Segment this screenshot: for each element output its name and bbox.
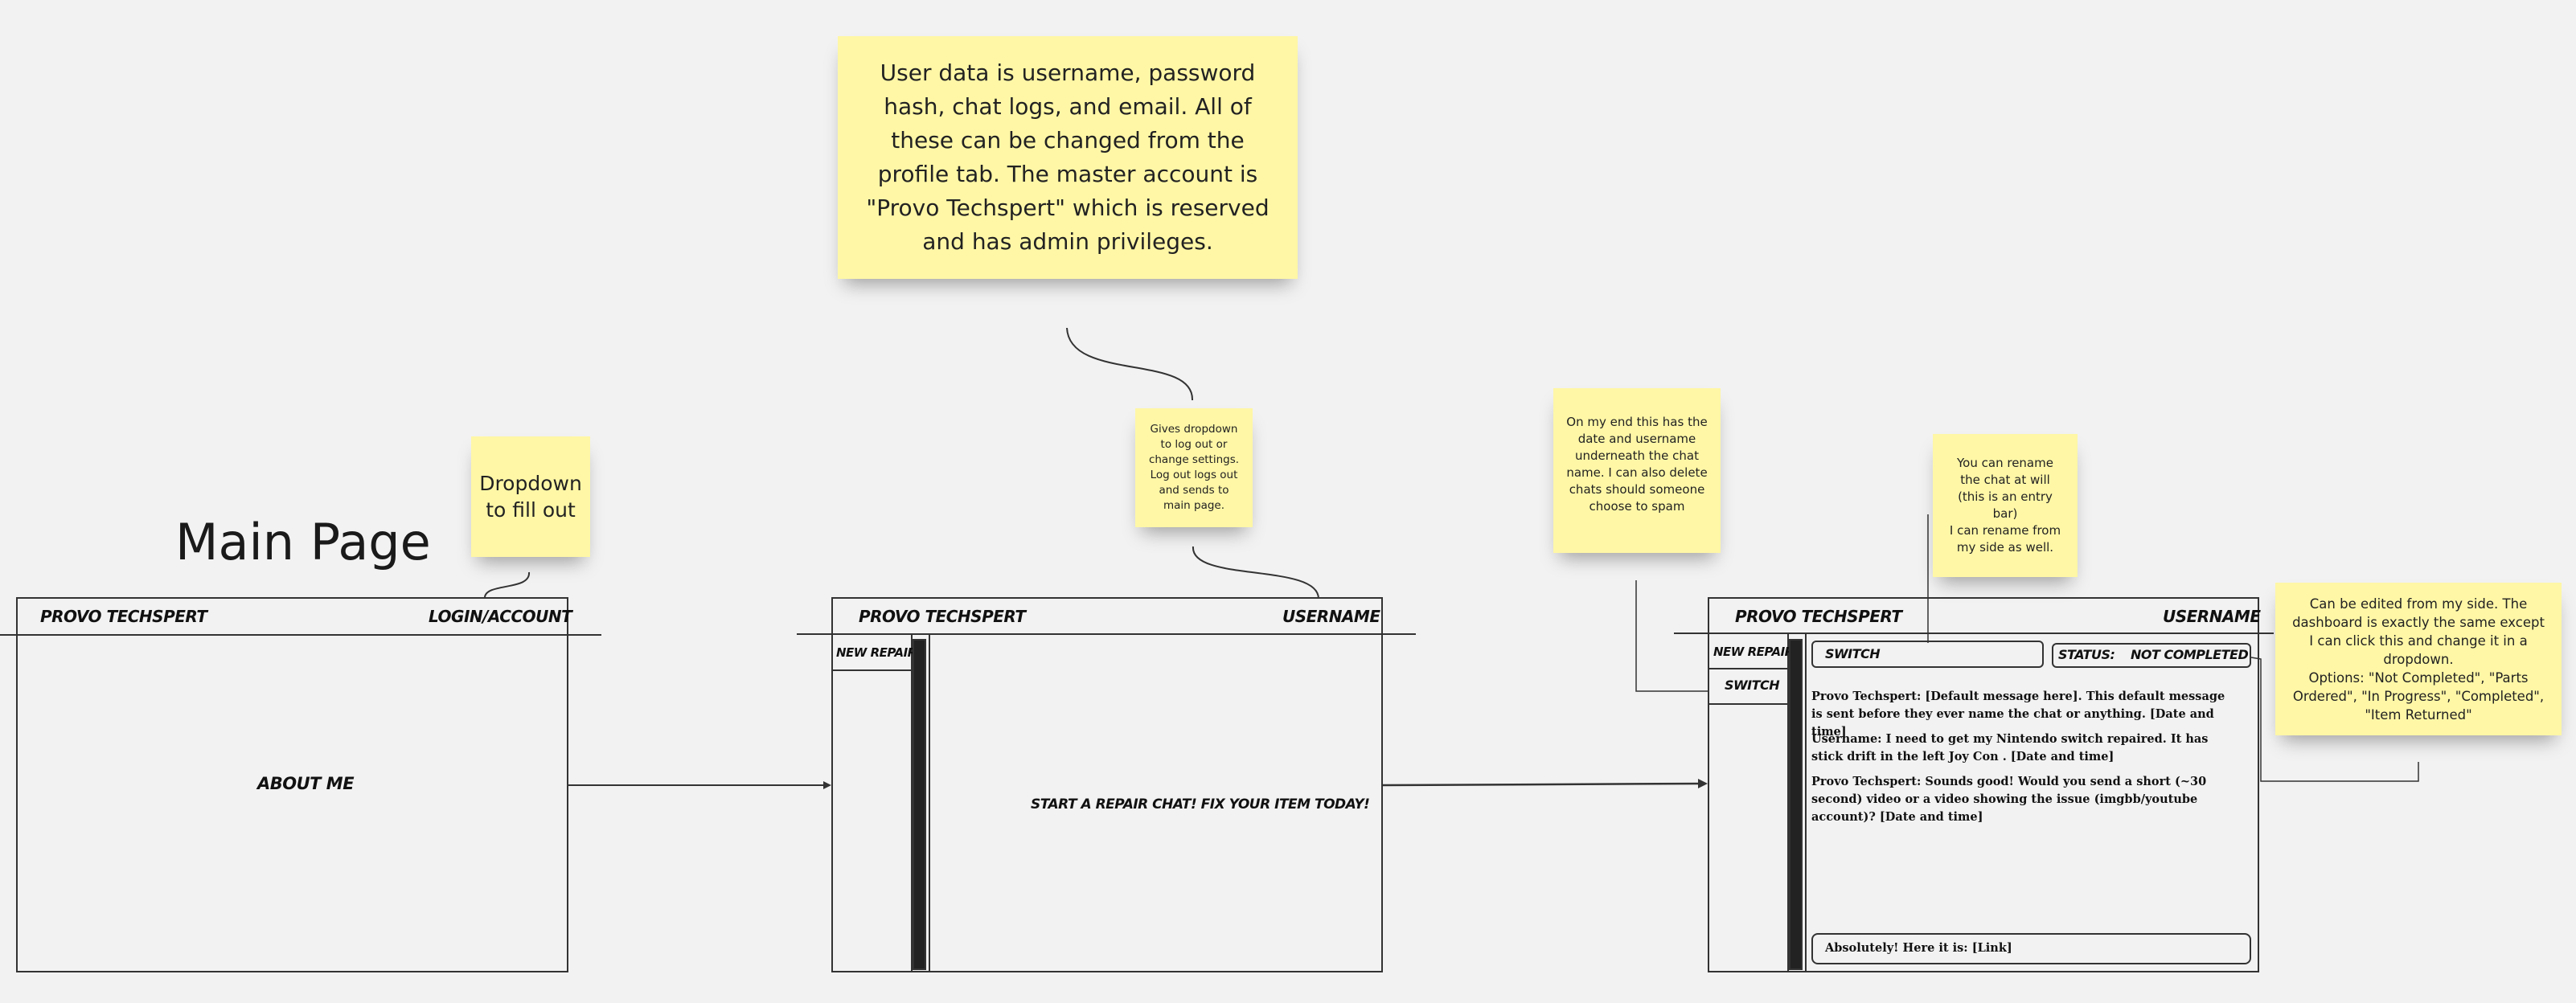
chat-message: Username: I need to get my Nintendo swit… <box>1811 732 2209 764</box>
sticky-rename-text: You can rename the chat at will (this is… <box>1949 456 2061 555</box>
sticky-user-data: User data is username, password hash, ch… <box>838 36 1298 279</box>
sticky-gives-dropdown-text: Gives dropdown to log out or change sett… <box>1148 423 1240 512</box>
new-repair-button[interactable]: NEW REPAIR <box>836 645 917 660</box>
start-repair-text: START A REPAIR CHAT! FIX YOUR ITEM TODAY… <box>1031 796 1370 813</box>
connector-user-data <box>1066 327 1194 401</box>
chat-message: Provo Techspert: Sounds good! Would you … <box>1811 775 2207 824</box>
content-border <box>1805 634 1807 972</box>
status-value: NOT COMPLETED <box>2131 647 2249 662</box>
status-label: STATUS: <box>2058 647 2115 662</box>
login-account-link[interactable]: LOGIN/ACCOUNT <box>429 607 572 626</box>
arrow-2-head <box>1698 779 1708 788</box>
header-divider <box>1674 633 2274 634</box>
chat-name-value: SWITCH <box>1825 646 1881 661</box>
sidebar-item-divider <box>1708 703 1788 705</box>
sticky-my-end: On my end this has the date and username… <box>1553 388 1721 553</box>
arrow-1-head <box>823 781 831 789</box>
sidebar-item-divider <box>831 669 912 671</box>
sticky-user-data-text: User data is username, password hash, ch… <box>866 59 1270 255</box>
brand-logo[interactable]: PROVO TECHSPERT <box>40 607 207 626</box>
header-divider <box>0 634 601 636</box>
brand-logo[interactable]: PROVO TECHSPERT <box>1735 607 1902 626</box>
username-menu[interactable]: USERNAME <box>1282 607 1380 626</box>
username-menu[interactable]: USERNAME <box>2163 607 2261 626</box>
header-divider <box>797 633 1416 635</box>
connector-my-end <box>1635 580 1708 692</box>
sidebar-item-divider <box>1708 668 1788 669</box>
sidebar-scrollbar[interactable] <box>1789 639 1803 970</box>
arrow-2-line <box>1382 782 1704 787</box>
sticky-rename: You can rename the chat at will (this is… <box>1933 434 2078 577</box>
about-me-text: ABOUT ME <box>257 774 355 793</box>
sticky-my-end-text: On my end this has the date and username… <box>1566 415 1708 514</box>
page-title: Main Page <box>175 513 431 571</box>
sticky-dropdown-fill-text: Dropdown to fill out <box>479 472 582 522</box>
sticky-gives-dropdown: Gives dropdown to log out or change sett… <box>1135 408 1253 527</box>
sidebar-scrollbar[interactable] <box>913 639 926 970</box>
sticky-status-edit: Can be edited from my side. The dashboar… <box>2275 583 2562 735</box>
brand-logo[interactable]: PROVO TECHSPERT <box>859 607 1026 626</box>
connector-username <box>1192 546 1319 600</box>
message-entry-text: Absolutely! Here it is: [Link] <box>1825 941 2012 955</box>
sticky-status-edit-text: Can be edited from my side. The dashboar… <box>2292 596 2545 723</box>
connector-dropdown-note <box>484 571 531 598</box>
chat-tab-switch[interactable]: SWITCH <box>1725 678 1780 693</box>
sticky-dropdown-fill: Dropdown to fill out <box>471 436 590 557</box>
new-repair-button[interactable]: NEW REPAIR <box>1713 645 1794 659</box>
content-border <box>929 635 930 972</box>
